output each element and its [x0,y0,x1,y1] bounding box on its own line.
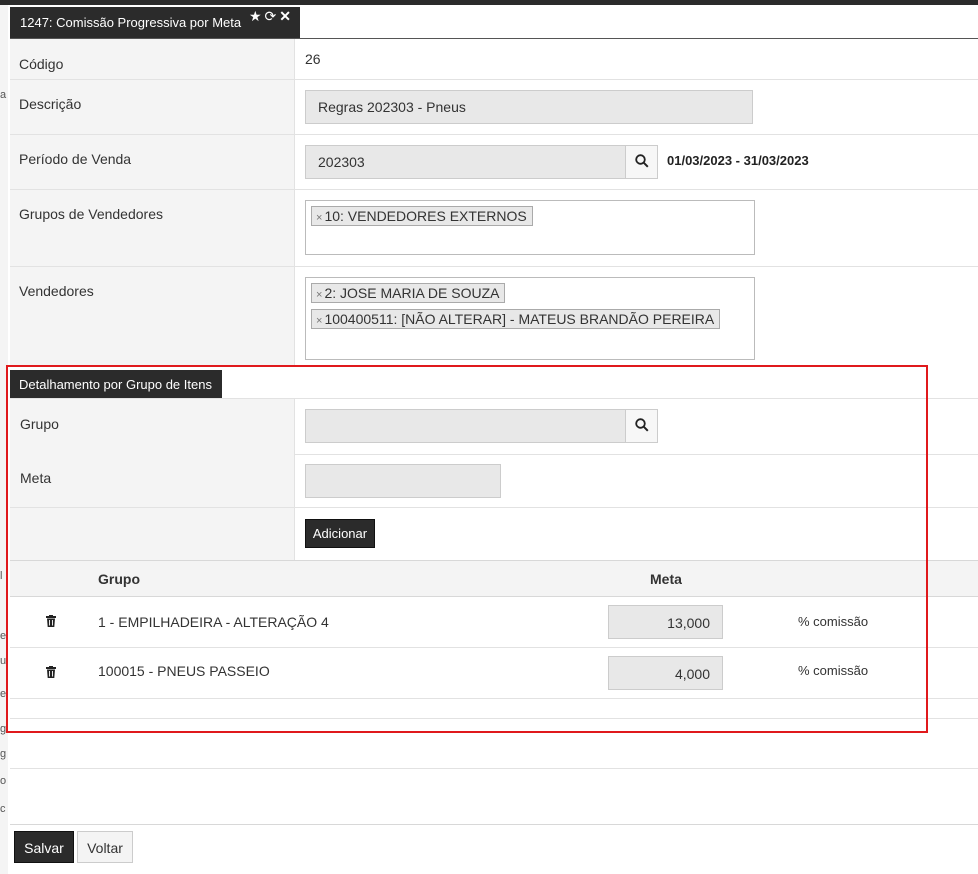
edge-text: c [0,803,6,815]
remove-tag-icon[interactable]: × [316,315,322,327]
search-icon [635,154,649,168]
row-periodo: Período de Venda 202303 01/03/2023 - 31/… [10,135,978,190]
row-codigo: Código 26 [10,39,978,80]
selected-tag[interactable]: × 100400511: [NÃO ALTERAR] - MATEUS BRAND… [311,309,721,329]
edge-text: a [0,89,7,101]
descricao-value: Regras 202303 - Pneus [318,99,466,115]
codigo-value: 26 [305,51,321,67]
row-grupos-vendedores: Grupos de Vendedores × 10: VENDEDORES EXT… [10,190,978,267]
edge-text: g [0,748,7,760]
edge-text: l [0,570,3,582]
grupos-vendedores-label: Grupos de Vendedores [19,206,163,222]
edge-text: o [0,775,7,787]
vendedores-multiselect[interactable]: × 2: JOSE MARIA DE SOUZA × 100400511: [NÃO… [305,277,755,360]
remove-tag-icon[interactable]: × [316,289,322,301]
grupos-vendedores-multiselect[interactable]: × 10: VENDEDORES EXTERNOS [305,200,755,255]
periodo-value: 202303 [318,154,365,170]
window-title: 1247: Comissão Progressiva por Meta [20,15,242,30]
periodo-search-button[interactable] [625,145,658,179]
row-descricao: Descrição Regras 202303 - Pneus [10,80,978,135]
highlight-box [6,365,928,733]
periodo-field[interactable]: 202303 [305,145,626,179]
favorite-star-icon[interactable]: ★ [249,8,265,24]
back-button[interactable]: Voltar [77,831,133,863]
descricao-field[interactable]: Regras 202303 - Pneus [305,90,753,124]
vendedores-label: Vendedores [19,283,94,299]
close-icon[interactable]: ✕ [279,8,294,24]
selected-tag[interactable]: × 2: JOSE MARIA DE SOUZA [311,283,506,303]
codigo-label: Código [19,56,64,72]
selected-tag[interactable]: × 10: VENDEDORES EXTERNOS [311,206,533,226]
refresh-icon[interactable]: ⟳ [265,8,280,24]
row-vendedores: Vendedores × 2: JOSE MARIA DE SOUZA × 1004… [10,267,978,365]
periodo-range: 01/03/2023 - 31/03/2023 [667,153,809,168]
divider [10,824,978,825]
window-tab[interactable]: 1247: Comissão Progressiva por Meta ★⟳✕ [10,7,300,39]
remove-tag-icon[interactable]: × [316,212,322,224]
descricao-label: Descrição [19,96,82,112]
divider [10,768,978,769]
periodo-label: Período de Venda [19,151,132,167]
window-tab-actions[interactable]: ★⟳✕ [249,8,294,25]
save-button[interactable]: Salvar [14,831,74,863]
